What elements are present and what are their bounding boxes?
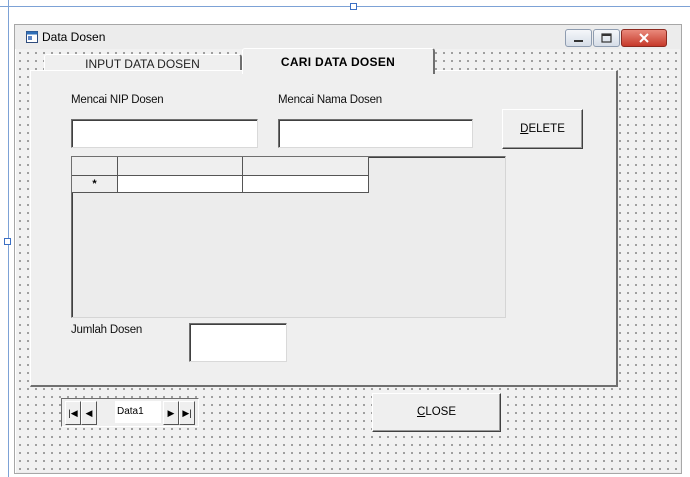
close-label: LOSE <box>425 406 456 418</box>
grid-column-header[interactable] <box>243 157 369 176</box>
tab-cari-data-dosen[interactable]: CARI DATA DOSEN <box>242 48 435 74</box>
close-window-button[interactable] <box>621 29 667 47</box>
designer-handle-left[interactable] <box>4 238 11 245</box>
minimize-icon <box>574 40 583 42</box>
grid-corner-cell <box>72 157 118 176</box>
first-record-icon: |◀ <box>68 408 78 418</box>
grid-cell[interactable] <box>118 176 243 193</box>
title-bar: Data Dosen <box>15 25 681 49</box>
designer-selection-top <box>0 6 690 7</box>
window-title: Data Dosen <box>42 30 106 44</box>
designer-handle-top[interactable] <box>350 3 357 10</box>
maximize-icon <box>601 33 612 43</box>
grid-column-header[interactable] <box>118 157 243 176</box>
name-search-label: Mencai Nama Dosen <box>278 94 382 106</box>
form-icon <box>26 31 38 43</box>
last-record-button[interactable]: ▶| <box>179 401 195 425</box>
grid-row-selector[interactable]: * <box>72 176 118 193</box>
close-button[interactable]: CLOSE <box>372 393 501 432</box>
jumlah-dosen-field[interactable] <box>189 323 287 362</box>
jumlah-dosen-label: Jumlah Dosen <box>71 324 143 336</box>
new-row-marker: * <box>92 178 97 190</box>
delete-label: ELETE <box>528 123 565 135</box>
name-search-input[interactable] <box>278 119 473 148</box>
navigator-caption: Data1 <box>115 401 161 423</box>
next-record-button[interactable]: ▶ <box>163 401 179 425</box>
grid-cell[interactable] <box>243 176 369 193</box>
close-icon <box>639 33 649 43</box>
nip-search-input[interactable] <box>71 119 258 148</box>
maximize-button[interactable] <box>593 29 620 47</box>
nip-search-label: Mencai NIP Dosen <box>71 94 164 106</box>
data-navigator: |◀ ◀ Data1 ▶ ▶| <box>61 398 199 427</box>
dosen-data-grid[interactable]: * <box>71 156 506 318</box>
first-record-button[interactable]: |◀ <box>65 401 81 425</box>
previous-record-button[interactable]: ◀ <box>81 401 97 425</box>
previous-record-icon: ◀ <box>85 408 93 418</box>
last-record-icon: ▶| <box>182 408 192 418</box>
delete-button[interactable]: DELETE <box>502 109 583 149</box>
minimize-button[interactable] <box>565 29 592 47</box>
next-record-icon: ▶ <box>167 408 175 418</box>
